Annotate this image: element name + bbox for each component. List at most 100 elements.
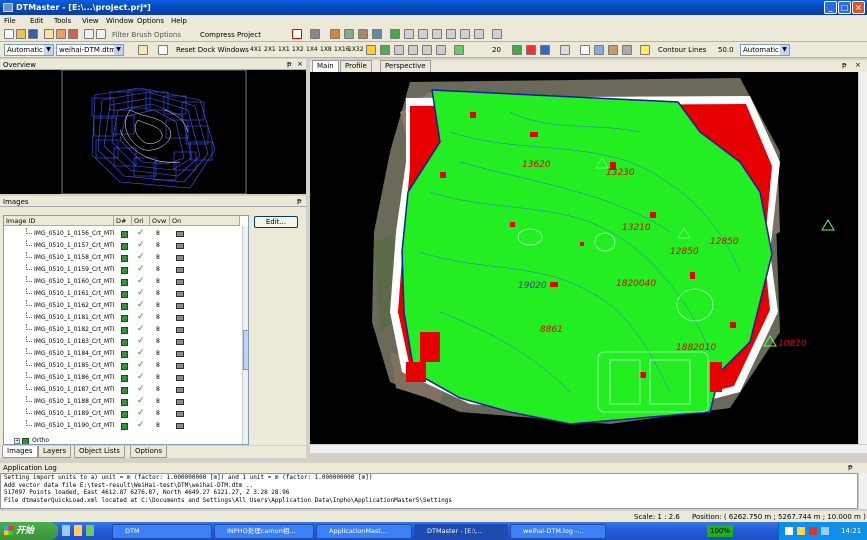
reset-dock-windows-button[interactable]: Reset Dock Windows bbox=[176, 46, 249, 54]
table-row[interactable]: IMG_0510_1_0190_Crt_MTI ✓ 8 bbox=[4, 420, 240, 432]
image-visibility-icon[interactable] bbox=[176, 255, 184, 261]
tool-g-icon[interactable] bbox=[418, 29, 428, 39]
breakline-icon[interactable] bbox=[436, 45, 446, 55]
col-on[interactable]: On bbox=[170, 216, 240, 226]
menu-help[interactable]: Help bbox=[171, 17, 187, 25]
menu-edit[interactable]: Edit bbox=[30, 17, 44, 25]
tab-main[interactable]: Main bbox=[312, 60, 339, 72]
layout-1x2-button[interactable]: 1X2 bbox=[292, 46, 304, 53]
table-row[interactable]: IMG_0510_1_0156_Crt_MTI ✓ 8 bbox=[4, 228, 240, 240]
pin-icon[interactable]: ᵽ bbox=[848, 463, 853, 471]
grid-icon[interactable] bbox=[310, 29, 320, 39]
orientation-check-icon[interactable]: ✓ bbox=[137, 240, 145, 251]
log-scrollbar[interactable] bbox=[858, 473, 867, 509]
mode-select[interactable]: Automatic ▼ bbox=[4, 44, 54, 56]
contour-interval-input[interactable]: 50.0 bbox=[718, 46, 734, 54]
image-visibility-icon[interactable] bbox=[176, 231, 184, 237]
col-d[interactable]: D# bbox=[114, 216, 132, 226]
network-icon[interactable] bbox=[785, 527, 793, 535]
image-visibility-icon[interactable] bbox=[176, 327, 184, 333]
security-icon[interactable] bbox=[809, 527, 817, 535]
zoom-extent-icon[interactable] bbox=[158, 45, 168, 55]
orientation-check-icon[interactable]: ✓ bbox=[137, 228, 145, 239]
orientation-check-icon[interactable]: ✓ bbox=[137, 360, 145, 371]
terrain-icon[interactable] bbox=[512, 45, 522, 55]
image-visibility-icon[interactable] bbox=[176, 291, 184, 297]
table-row[interactable]: IMG_0510_1_0185_Crt_MTI ✓ 8 bbox=[4, 360, 240, 372]
quicklaunch-folder-icon[interactable] bbox=[74, 525, 82, 536]
image-visibility-icon[interactable] bbox=[176, 303, 184, 309]
col-ovw[interactable]: Ovw bbox=[150, 216, 170, 226]
line-icon[interactable] bbox=[408, 45, 418, 55]
table-row[interactable]: IMG_0510_1_0188_Crt_MTI ✓ 8 bbox=[4, 396, 240, 408]
layout-1x8-button[interactable]: 1X8 bbox=[320, 46, 332, 53]
shading-icon[interactable] bbox=[594, 45, 604, 55]
hand-pan-icon[interactable] bbox=[138, 45, 148, 55]
tool-k-icon[interactable] bbox=[474, 29, 484, 39]
tree-node-ortho[interactable]: + Ortho bbox=[4, 435, 240, 444]
col-ori[interactable]: Ori bbox=[132, 216, 150, 226]
layout-1x1-button[interactable]: 1X1 bbox=[278, 46, 290, 53]
tool-e-icon[interactable] bbox=[390, 29, 400, 39]
tab-options[interactable]: Options bbox=[130, 446, 168, 458]
point-icon[interactable] bbox=[380, 45, 390, 55]
tab-images[interactable]: Images bbox=[2, 446, 38, 458]
image-visibility-icon[interactable] bbox=[176, 315, 184, 321]
orientation-check-icon[interactable]: ✓ bbox=[137, 300, 145, 311]
new-file-icon[interactable] bbox=[4, 29, 14, 39]
layout-4x1-button[interactable]: 4X1 bbox=[250, 46, 262, 53]
brush-tool-icon[interactable] bbox=[56, 29, 66, 39]
tool-c-icon[interactable] bbox=[358, 29, 368, 39]
table-row[interactable]: IMG_0510_1_0160_Crt_MTI ✓ 8 bbox=[4, 276, 240, 288]
taskbar-item-dtmaster[interactable]: DTMaster - [E:\... bbox=[414, 524, 508, 539]
filter-tool-icon[interactable] bbox=[68, 29, 78, 39]
application-log[interactable]: Setting import units to a) unit = m (fac… bbox=[0, 473, 858, 509]
taskbar-item-inpho[interactable]: INPHO处理camon相... bbox=[214, 524, 314, 539]
image-visibility-icon[interactable] bbox=[176, 399, 184, 405]
undo-icon[interactable] bbox=[84, 29, 94, 39]
tab-profile[interactable]: Profile bbox=[340, 60, 372, 72]
table-row[interactable]: IMG_0510_1_0157_Crt_MTI ✓ 8 bbox=[4, 240, 240, 252]
orientation-check-icon[interactable]: ✓ bbox=[137, 264, 145, 275]
volume-icon[interactable] bbox=[797, 527, 805, 535]
layout-1x32-button[interactable]: 1X32 bbox=[348, 46, 364, 53]
display-icon[interactable] bbox=[560, 45, 570, 55]
menu-options[interactable]: Options bbox=[137, 17, 164, 25]
ime-icon[interactable] bbox=[821, 527, 829, 535]
image-visibility-icon[interactable] bbox=[176, 243, 184, 249]
table-row[interactable]: IMG_0510_1_0162_Crt_MTI ✓ 8 bbox=[4, 300, 240, 312]
edit-button[interactable]: Edit... bbox=[254, 216, 298, 228]
pin-icon[interactable]: ᵽ bbox=[287, 60, 292, 68]
table-row[interactable]: IMG_0510_1_0189_Crt_MTI ✓ 8 bbox=[4, 408, 240, 420]
quicklaunch-ie-icon[interactable] bbox=[62, 525, 70, 536]
tab-perspective[interactable]: Perspective bbox=[380, 60, 431, 72]
images-table[interactable]: Image ID D# Ori Ovw On IMG_0510_1_0156_C… bbox=[3, 215, 249, 445]
image-visibility-icon[interactable] bbox=[176, 387, 184, 393]
main-horizontal-scrollbar[interactable] bbox=[310, 444, 867, 453]
start-button[interactable]: 开始 bbox=[0, 522, 58, 540]
redo-icon[interactable] bbox=[96, 29, 106, 39]
orientation-check-icon[interactable]: ✓ bbox=[137, 312, 145, 323]
col-image-id[interactable]: Image ID bbox=[4, 216, 114, 226]
orientation-check-icon[interactable]: ✓ bbox=[137, 324, 145, 335]
dtm-select[interactable]: weihai-DTM.dtm ▼ bbox=[56, 44, 124, 56]
table-row[interactable]: IMG_0510_1_0186_Crt_MTI ✓ 8 bbox=[4, 372, 240, 384]
profile-icon[interactable] bbox=[622, 45, 632, 55]
main-map-view[interactable]: 13620 13230 13210 12850 12850 19020 1820… bbox=[310, 72, 858, 444]
table-row[interactable]: IMG_0510_1_0184_Crt_MTI ✓ 8 bbox=[4, 348, 240, 360]
polygon-icon[interactable] bbox=[422, 45, 432, 55]
taskbar-item-applicationmaster[interactable]: ApplicationMast... bbox=[316, 524, 412, 539]
orientation-check-icon[interactable]: ✓ bbox=[137, 420, 145, 431]
layout-1x4-button[interactable]: 1X4 bbox=[306, 46, 318, 53]
tool-j-icon[interactable] bbox=[460, 29, 470, 39]
orientation-check-icon[interactable]: ✓ bbox=[137, 276, 145, 287]
image-visibility-icon[interactable] bbox=[176, 363, 184, 369]
menu-file[interactable]: File bbox=[4, 17, 16, 25]
tool-f-icon[interactable] bbox=[404, 29, 414, 39]
palette-icon[interactable] bbox=[540, 45, 550, 55]
contour-icon[interactable] bbox=[640, 45, 650, 55]
save-icon[interactable] bbox=[28, 29, 38, 39]
measure-icon[interactable] bbox=[394, 45, 404, 55]
delete-icon[interactable] bbox=[292, 29, 302, 39]
pin-icon[interactable]: ᵽ bbox=[297, 197, 302, 205]
